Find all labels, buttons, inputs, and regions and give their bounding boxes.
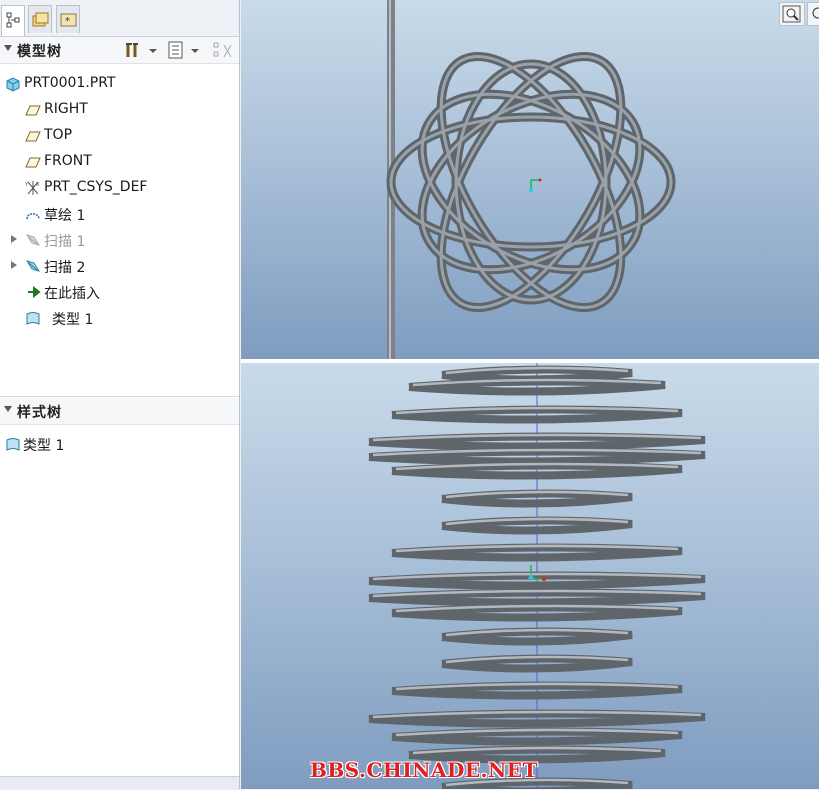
dropdown-arrow-icon[interactable]	[190, 41, 200, 59]
navigator-tabbar: *	[0, 0, 239, 37]
expand-arrow-icon[interactable]	[11, 235, 17, 243]
datum-plane-icon	[25, 157, 41, 168]
spring-top-view	[386, 0, 676, 359]
svg-text:*: *	[65, 16, 70, 27]
csys-triad	[529, 178, 542, 192]
tab-favorites[interactable]: *	[56, 5, 80, 33]
favorites-icon: *	[60, 13, 77, 27]
sweep-icon	[25, 260, 41, 272]
settings-tools-icon[interactable]	[124, 41, 144, 59]
datum-plane-icon	[25, 105, 41, 116]
sweep-icon	[25, 234, 41, 246]
tree-item-label: 在此插入	[44, 286, 100, 302]
tab-folder-browser[interactable]	[28, 5, 52, 33]
tree-item-label: 扫描 1	[44, 234, 86, 250]
tab-model-tree[interactable]	[1, 5, 25, 36]
collapse-arrow-icon[interactable]	[4, 45, 12, 51]
tree-item-label: PRT0001.PRT	[24, 75, 116, 91]
expand-arrow-icon[interactable]	[11, 261, 17, 269]
dropdown-arrow-icon[interactable]	[148, 41, 158, 59]
spring-front-view	[368, 363, 706, 789]
style-tree-title: 样式树	[17, 405, 62, 421]
datum-plane-icon	[25, 131, 41, 142]
collapse-arrow-icon[interactable]	[4, 406, 12, 412]
svg-text:X: X	[36, 182, 40, 188]
panel-scrollbar[interactable]	[0, 776, 239, 790]
zoom-icon	[782, 5, 801, 23]
tree-item-label: 类型 1	[23, 438, 65, 454]
model-tree-header[interactable]: 模型树	[0, 37, 239, 64]
tree-item-label: RIGHT	[44, 101, 88, 117]
zoom-window-button[interactable]	[779, 2, 805, 26]
zoom-in-icon	[812, 7, 819, 19]
tree-item-label: FRONT	[44, 153, 92, 169]
filter-tree-icon[interactable]	[212, 41, 234, 59]
section-divider	[0, 396, 239, 397]
zoom-in-button[interactable]	[807, 2, 819, 26]
top-view-viewport[interactable]	[241, 0, 819, 359]
front-view-viewport[interactable]	[241, 363, 819, 789]
model-tree-icon	[6, 12, 20, 28]
tree-item-label: TOP	[44, 127, 73, 143]
tree-item-label: 草绘 1	[44, 208, 86, 224]
part-icon	[6, 77, 20, 92]
csys-icon: YX	[25, 181, 40, 195]
tree-item-label: 类型 1	[52, 312, 94, 328]
folder-icon	[32, 12, 49, 27]
navigator-panel: * 模型树 PRT0001.PRT RIGHT TOP FRONT YX PRT…	[0, 0, 240, 790]
style-tree-header[interactable]: 样式树	[0, 398, 239, 425]
insert-arrow-icon	[28, 285, 41, 299]
show-list-icon[interactable]	[167, 41, 187, 59]
tree-item-label: PRT_CSYS_DEF	[44, 179, 148, 195]
model-tree-title: 模型树	[17, 44, 62, 60]
style-icon	[6, 438, 20, 451]
sketch-icon	[26, 213, 40, 220]
tree-item-label: 扫描 2	[44, 260, 86, 276]
watermark: BBS.CHINADE.NET	[310, 758, 538, 782]
style-icon: *	[26, 312, 40, 325]
